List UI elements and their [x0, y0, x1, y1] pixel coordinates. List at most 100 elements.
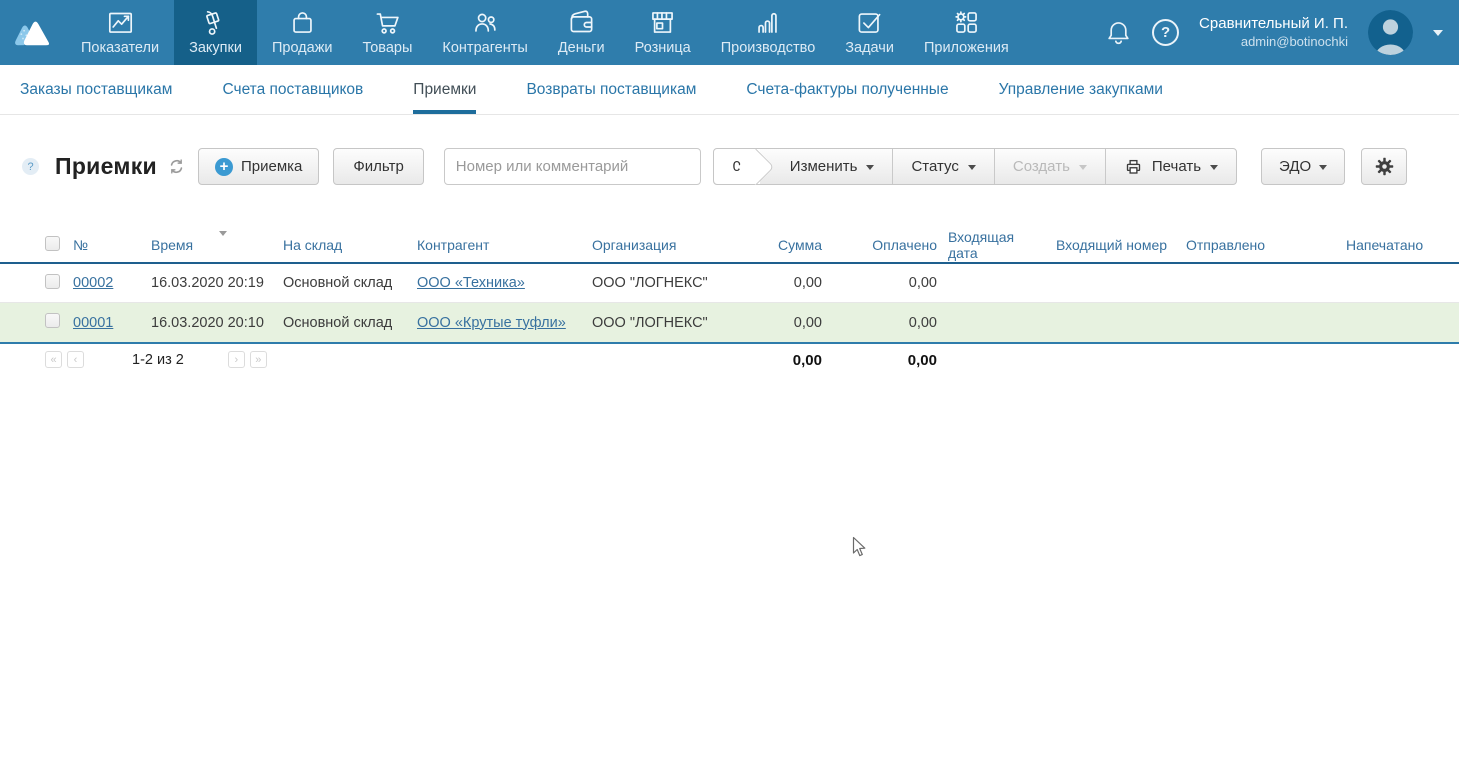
- nav-item-retail[interactable]: Розница: [620, 0, 706, 65]
- column-paid[interactable]: Оплачено: [825, 237, 940, 253]
- page-title: Приемки: [55, 153, 157, 180]
- column-organization[interactable]: Организация: [592, 237, 737, 253]
- user-menu-caret-icon[interactable]: [1433, 30, 1443, 36]
- nav-item-purchases[interactable]: Закупки: [174, 0, 257, 65]
- column-sum[interactable]: Сумма: [737, 237, 825, 253]
- row-time: 16.03.2020 20:19: [151, 275, 283, 291]
- column-time-label: Время: [151, 237, 193, 253]
- row-time: 16.03.2020 20:10: [151, 315, 283, 331]
- user-name: Сравнительный И. П.: [1199, 15, 1348, 34]
- subnav-item-supplier-returns[interactable]: Возвраты поставщикам: [526, 65, 696, 114]
- wallet-icon: [568, 9, 595, 36]
- total-sum: 0,00: [737, 352, 822, 369]
- help-icon[interactable]: ?: [1152, 19, 1179, 46]
- chevron-down-icon: [1210, 165, 1218, 170]
- table-row[interactable]: 00002 16.03.2020 20:19 Основной склад ОО…: [0, 264, 1459, 303]
- row-checkbox[interactable]: [45, 274, 60, 289]
- nav-item-indicators[interactable]: Показатели: [66, 0, 174, 65]
- nav-label: Розница: [635, 40, 691, 56]
- select-all-cell: [45, 236, 73, 254]
- subnav-label: Возвраты поставщикам: [526, 81, 696, 99]
- select-all-checkbox[interactable]: [45, 236, 60, 251]
- row-checkbox-cell: [45, 274, 73, 293]
- row-counterparty-link[interactable]: ООО «Крутые туфли»: [417, 315, 566, 331]
- nav-item-apps[interactable]: Приложения: [909, 0, 1024, 65]
- user-menu[interactable]: Сравнительный И. П. admin@botinochki: [1199, 15, 1348, 50]
- subnav-item-invoices-received[interactable]: Счета-фактуры полученные: [746, 65, 948, 114]
- filter-button[interactable]: Фильтр: [333, 148, 423, 185]
- storefront-icon: [649, 9, 676, 36]
- nav-item-money[interactable]: Деньги: [543, 0, 620, 65]
- refresh-icon[interactable]: [168, 158, 185, 175]
- edit-dropdown[interactable]: Изменить: [760, 149, 893, 184]
- nav-label: Контрагенты: [442, 40, 527, 56]
- notifications-bell-icon[interactable]: [1105, 19, 1132, 46]
- status-dropdown[interactable]: Статус: [892, 149, 993, 184]
- cloud-logo-icon: [13, 18, 53, 48]
- nav-item-tasks[interactable]: Задачи: [830, 0, 909, 65]
- nav-item-counterparties[interactable]: Контрагенты: [427, 0, 542, 65]
- row-checkbox-cell: [45, 313, 73, 332]
- chevron-down-icon: [1079, 165, 1087, 170]
- moysklad-logo[interactable]: [0, 0, 66, 65]
- chevron-down-icon: [968, 165, 976, 170]
- pagination-last-button[interactable]: »: [250, 351, 267, 368]
- nav-label: Товары: [363, 40, 413, 56]
- row-sum: 0,00: [737, 315, 825, 331]
- toolbar: ? Приемки + Приемка Фильтр 0 Изменить Ст…: [0, 115, 1459, 185]
- new-receipt-button[interactable]: + Приемка: [198, 148, 319, 185]
- sort-desc-icon: [219, 231, 227, 236]
- create-label: Создать: [1013, 158, 1070, 175]
- receipt-number-link[interactable]: 00002: [73, 275, 113, 291]
- subnav-item-purchase-management[interactable]: Управление закупками: [999, 65, 1163, 114]
- edit-label: Изменить: [790, 158, 858, 175]
- pagination: « ‹ 1-2 из 2 › »: [45, 351, 267, 368]
- settings-gear-button[interactable]: [1361, 148, 1407, 185]
- user-email: admin@botinochki: [1199, 34, 1348, 50]
- pagination-first-button[interactable]: «: [45, 351, 62, 368]
- pagination-range-label: 1-2 из 2: [132, 352, 184, 368]
- receipt-number-link[interactable]: 00001: [73, 315, 113, 331]
- page-help-icon[interactable]: ?: [22, 158, 39, 175]
- pagination-next-button[interactable]: ›: [228, 351, 245, 368]
- search-input[interactable]: [444, 148, 701, 185]
- column-incoming-date[interactable]: Входящая дата: [940, 229, 1048, 261]
- subnav-item-receipts[interactable]: Приемки: [413, 65, 476, 114]
- nav-item-sales[interactable]: Продажи: [257, 0, 348, 65]
- nav-label: Закупки: [189, 40, 242, 56]
- subnav-label: Счета поставщиков: [222, 81, 363, 99]
- column-incoming-number[interactable]: Входящий номер: [1048, 237, 1178, 253]
- subnav-item-supplier-orders[interactable]: Заказы поставщикам: [20, 65, 172, 114]
- row-warehouse: Основной склад: [283, 275, 417, 291]
- new-receipt-label: Приемка: [241, 158, 302, 175]
- row-organization: ООО "ЛОГНЕКС": [592, 275, 737, 291]
- chevron-down-icon: [1319, 165, 1327, 170]
- column-counterparty[interactable]: Контрагент: [417, 237, 592, 253]
- nav-item-goods[interactable]: Товары: [348, 0, 428, 65]
- table-row[interactable]: 00001 16.03.2020 20:10 Основной склад ОО…: [0, 303, 1459, 342]
- bulk-actions-group: 0 Изменить Статус Создать Печать: [713, 148, 1237, 185]
- row-counterparty-link[interactable]: ООО «Техника»: [417, 275, 525, 291]
- print-dropdown[interactable]: Печать: [1105, 149, 1236, 184]
- column-sent[interactable]: Отправлено: [1178, 237, 1338, 253]
- nav-label: Приложения: [924, 40, 1009, 56]
- column-number[interactable]: №: [73, 237, 151, 253]
- create-dropdown-disabled: Создать: [994, 149, 1105, 184]
- subnav-label: Приемки: [413, 81, 476, 99]
- nav-item-production[interactable]: Производство: [706, 0, 831, 65]
- top-navigation-bar: Показатели Закупки Продажи Товары Контр: [0, 0, 1459, 65]
- row-checkbox[interactable]: [45, 313, 60, 328]
- gear-icon: [1374, 156, 1395, 177]
- filter-label: Фильтр: [353, 158, 403, 175]
- edo-dropdown[interactable]: ЭДО: [1261, 148, 1345, 185]
- row-organization: ООО "ЛОГНЕКС": [592, 315, 737, 331]
- chevron-down-icon: [866, 165, 874, 170]
- column-time[interactable]: Время: [151, 237, 283, 253]
- pagination-prev-button[interactable]: ‹: [67, 351, 84, 368]
- avatar[interactable]: [1368, 10, 1413, 55]
- column-warehouse[interactable]: На склад: [283, 237, 417, 253]
- column-printed[interactable]: Напечатано: [1338, 237, 1459, 253]
- shopping-cart-icon: [374, 9, 401, 36]
- hand-truck-icon: [202, 9, 229, 36]
- subnav-item-supplier-invoices[interactable]: Счета поставщиков: [222, 65, 363, 114]
